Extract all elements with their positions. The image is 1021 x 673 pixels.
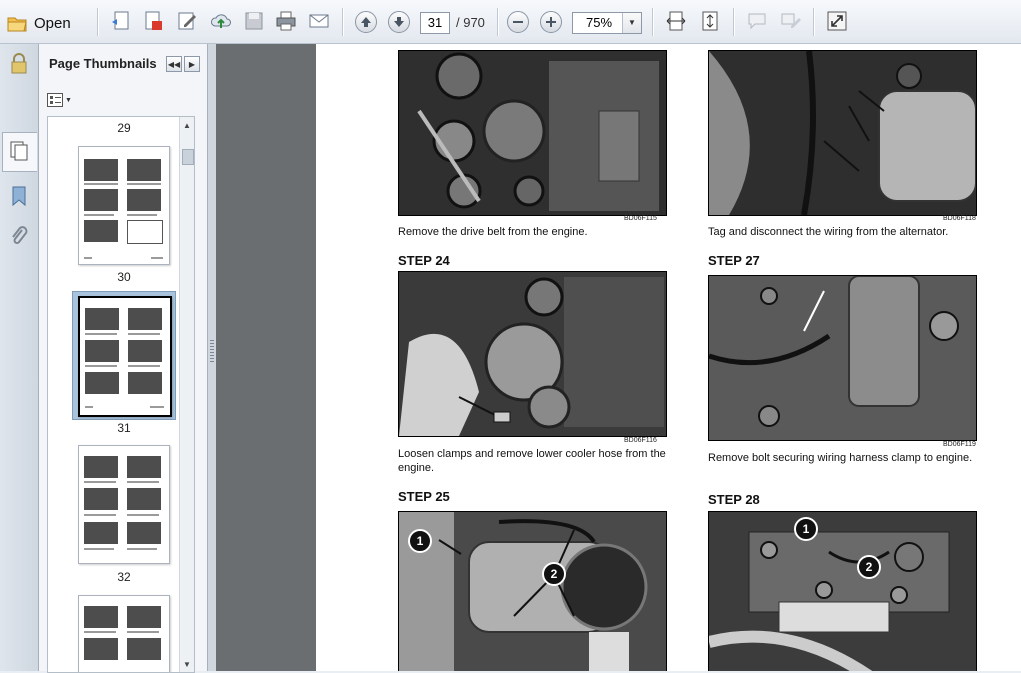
toolbar-separator [342,8,343,36]
wiring-harness-clamp-photo [708,275,977,441]
engine-block-photo [708,511,977,671]
ac-compressor-photo [398,511,667,671]
figure-code: BD06F115 [624,215,657,222]
step-heading: STEP 28 [708,492,760,507]
fit-width-icon[interactable] [665,10,687,32]
step-heading: STEP 27 [708,253,760,268]
toolbar-separator [97,8,98,36]
collapse-left-icon[interactable]: ◀◀ [166,56,182,72]
save-icon[interactable] [243,10,265,32]
alternator-wiring-photo [708,50,977,216]
thumbnail-page[interactable] [78,595,170,672]
zoom-out-icon[interactable] [507,11,529,33]
thumbnails-panel: Page Thumbnails ◀◀ ▶ ▼ 29 30 31 32 ▲ ▼ [39,44,208,673]
document-view[interactable]: BD06F115 Remove the drive belt from the … [208,44,1021,671]
thumbnail-scrollbar[interactable]: ▲ ▼ [179,117,194,672]
panel-collapse-controls: ◀◀ ▶ [166,56,200,72]
callout-badge: 1 [794,517,818,541]
splitter-grip[interactable] [210,340,214,364]
thumbnail-page-selected[interactable] [78,296,172,417]
page-up-icon[interactable] [355,11,377,33]
zoom-select[interactable]: 75% ▼ [572,12,642,34]
navigation-rail [0,44,39,671]
pages-icon[interactable] [7,139,31,163]
zoom-in-icon[interactable] [540,11,562,33]
zoom-value: 75% [586,15,613,30]
thumbnail-page[interactable] [78,146,170,265]
step-caption: Remove the drive belt from the engine. [398,226,588,238]
create-pdf-icon[interactable] [110,10,132,32]
step-heading: STEP 25 [398,489,450,504]
bookmark-icon[interactable] [7,184,31,208]
attachment-icon[interactable] [7,224,31,248]
page-total-label: / 970 [456,15,485,30]
thumbnail-page[interactable] [78,445,170,564]
step-heading: STEP 24 [398,253,450,268]
thumbnail-page-number: 30 [117,270,131,284]
open-button[interactable]: Open [6,9,84,37]
callout-badge: 1 [408,529,432,553]
document-page: BD06F115 Remove the drive belt from the … [316,44,1021,671]
upload-icon[interactable] [210,10,232,32]
step-caption: Remove bolt securing wiring harness clam… [708,452,973,464]
toolbar-separator [652,8,653,36]
chevron-down-icon: ▼ [65,96,72,104]
expand-right-icon[interactable]: ▶ [184,56,200,72]
comment-icon[interactable] [746,10,768,32]
options-icon [47,93,63,107]
toolbar-separator [813,8,814,36]
thumbnail-page-number: 31 [117,421,131,435]
full-screen-icon[interactable] [826,10,848,32]
thumbnail-options-button[interactable]: ▼ [47,92,73,108]
thumbnail-page-number: 32 [117,570,131,584]
figure-code: BD06F116 [624,437,657,444]
highlight-icon[interactable] [779,10,801,32]
toolbar-separator [497,8,498,36]
email-icon[interactable] [308,10,330,32]
page-number-input[interactable]: 31 [420,12,450,34]
toolbar-separator [733,8,734,36]
main-toolbar: Open 31 / 970 75% ▼ [0,0,1021,44]
open-label: Open [34,14,71,32]
scrollbar-thumb[interactable] [182,149,194,165]
lower-cooler-hose-photo [398,271,667,437]
figure-code: BD06F119 [943,441,976,448]
open-folder-icon [7,17,27,32]
scroll-up-icon[interactable]: ▲ [181,119,193,131]
engine-drive-belt-photo [398,50,667,216]
fit-page-icon[interactable] [699,10,721,32]
thumbnail-list[interactable]: 29 30 31 32 ▲ ▼ [47,116,195,673]
edit-icon[interactable] [142,10,164,32]
callout-badge: 2 [542,562,566,586]
scroll-down-icon[interactable]: ▼ [181,658,193,670]
step-caption: Loosen clamps and remove lower cooler ho… [398,448,666,474]
step-caption: Tag and disconnect the wiring from the a… [708,226,949,238]
chevron-down-icon[interactable]: ▼ [622,13,641,33]
print-icon[interactable] [275,10,297,32]
thumbnail-page-number: 29 [117,121,131,135]
callout-badge: 2 [857,555,881,579]
panel-title: Page Thumbnails [49,56,157,71]
lock-icon[interactable] [7,52,31,76]
page-down-icon[interactable] [388,11,410,33]
sign-icon[interactable] [176,10,198,32]
figure-code: BD06F118 [943,215,976,222]
